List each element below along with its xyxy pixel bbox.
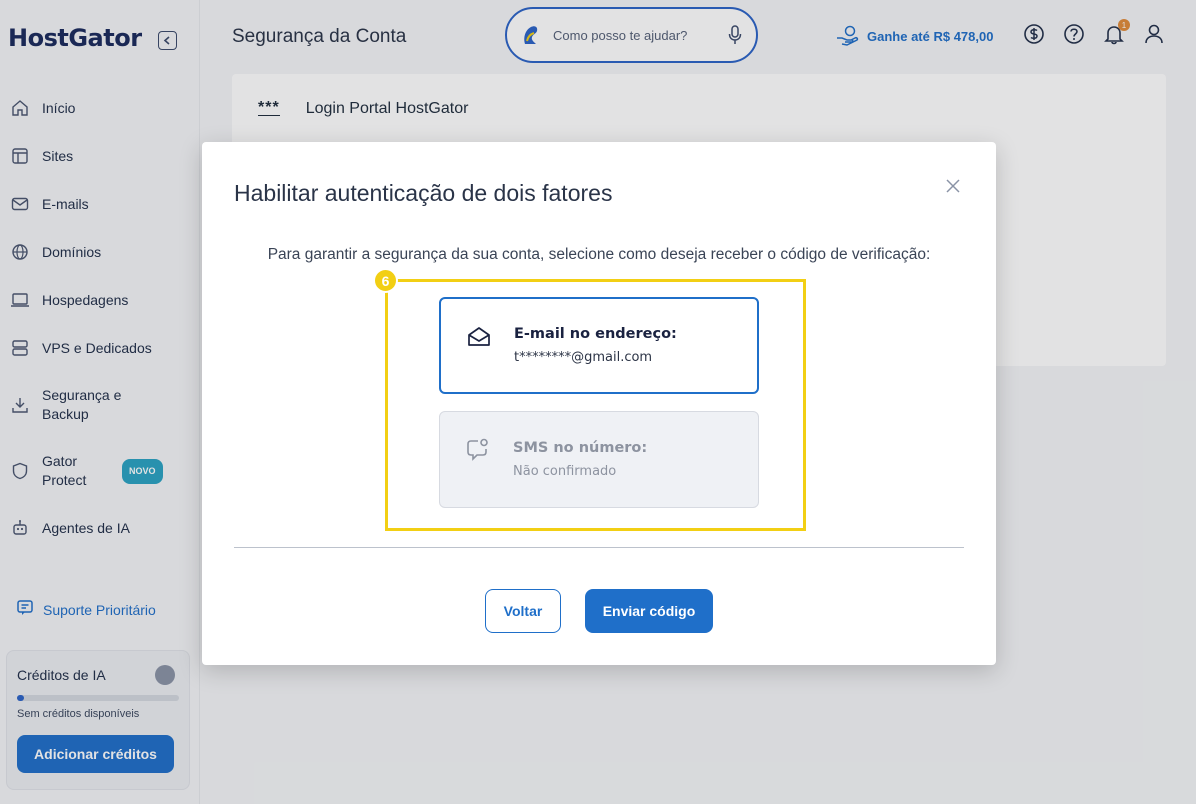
email-option-card[interactable]: E-mail no endereço: t********@gmail.com xyxy=(439,297,759,394)
step-number-badge: 6 xyxy=(373,268,398,293)
modal-divider xyxy=(234,547,964,548)
back-button[interactable]: Voltar xyxy=(485,589,561,633)
envelope-open-icon xyxy=(468,327,490,346)
email-option-title: E-mail no endereço: xyxy=(514,326,677,342)
message-bubble-icon xyxy=(467,438,488,461)
sms-option-value: Não confirmado xyxy=(513,464,617,479)
send-code-button[interactable]: Enviar código xyxy=(585,589,713,633)
two-factor-modal: Habilitar autenticação de dois fatores P… xyxy=(202,142,996,665)
modal-title: Habilitar autenticação de dois fatores xyxy=(234,180,613,206)
sms-option-title: SMS no número: xyxy=(513,440,648,456)
close-icon[interactable] xyxy=(944,177,962,195)
email-option-value: t********@gmail.com xyxy=(514,350,653,365)
modal-description: Para garantir a segurança da sua conta, … xyxy=(267,246,931,263)
sms-option-card[interactable]: SMS no número: Não confirmado xyxy=(439,411,759,508)
